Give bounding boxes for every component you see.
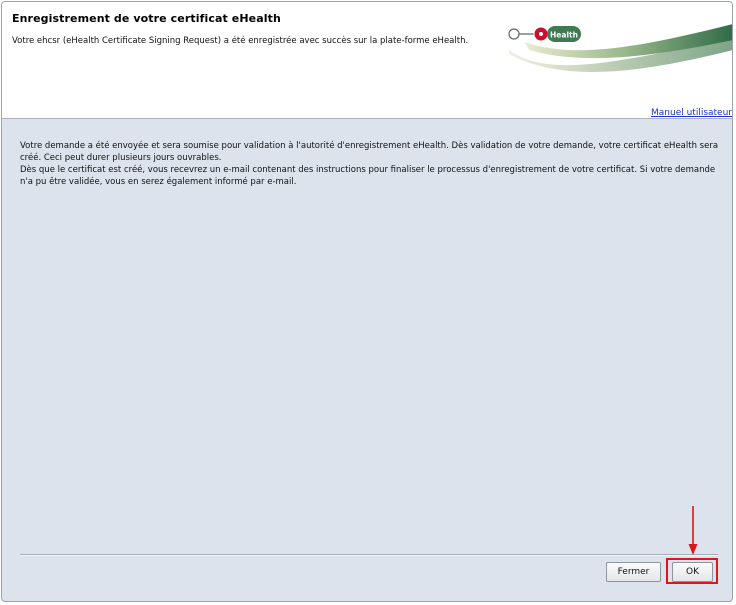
- ehealth-logo: Health: [508, 24, 732, 72]
- dialog-title: Enregistrement de votre certificat eHeal…: [12, 12, 281, 25]
- ok-button[interactable]: OK: [672, 562, 713, 582]
- user-manual-link[interactable]: Manuel utilisateur: [651, 108, 732, 118]
- logo-text: Health: [550, 31, 578, 40]
- footer-divider: [20, 554, 718, 556]
- message-paragraph-2: Dès que le certificat est créé, vous rec…: [20, 165, 716, 187]
- message-body: Votre demande a été envoyée et sera soum…: [20, 140, 720, 188]
- arrow-down-icon: [688, 506, 698, 555]
- dialog-subtitle: Votre ehcsr (eHealth Certificate Signing…: [12, 36, 469, 46]
- close-button[interactable]: Fermer: [606, 562, 661, 582]
- message-paragraph-1: Votre demande a été envoyée et sera soum…: [20, 141, 719, 163]
- dialog-header: Enregistrement de votre certificat eHeal…: [2, 2, 732, 119]
- dialog-window: Enregistrement de votre certificat eHeal…: [1, 1, 733, 602]
